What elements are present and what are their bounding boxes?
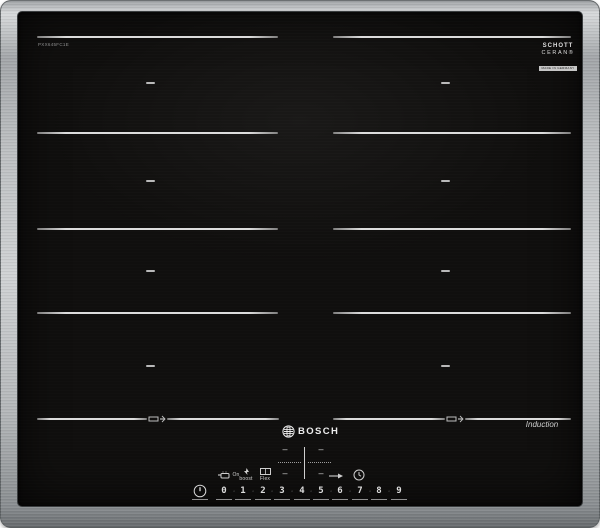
zone-line xyxy=(37,132,278,134)
flex-label[interactable]: Flex xyxy=(257,476,273,482)
pan-size-icon xyxy=(148,414,167,424)
number-key-3[interactable]: 3 xyxy=(275,486,289,496)
induction-label: Induction xyxy=(516,420,568,429)
number-key-6[interactable]: 6 xyxy=(333,486,347,496)
number-key-7[interactable]: 7 xyxy=(353,486,367,496)
number-separator: · xyxy=(251,488,255,495)
display-dotted-separator xyxy=(308,462,331,463)
zone-marker xyxy=(146,82,155,84)
zone-line xyxy=(333,228,571,230)
number-separator: · xyxy=(270,488,274,495)
zone-display-right-bottom: – xyxy=(315,469,327,478)
number-underline xyxy=(371,499,387,500)
schott-ceran-logo: SCHOTT CERAN® MADE IN GERMANY xyxy=(536,43,580,74)
number-separator: · xyxy=(309,488,313,495)
zone-line xyxy=(37,228,278,230)
number-separator: · xyxy=(329,488,333,495)
number-underline xyxy=(274,499,290,500)
display-divider-line xyxy=(304,447,305,479)
number-separator: · xyxy=(348,488,352,495)
number-key-0[interactable]: 0 xyxy=(217,486,231,496)
number-underline xyxy=(294,499,310,500)
number-underline xyxy=(313,499,329,500)
zone-marker xyxy=(441,82,450,84)
induction-cooktop: PXX645FC1E SCHOTT CERAN® MADE IN GERMANY… xyxy=(0,0,600,528)
number-key-8[interactable]: 8 xyxy=(372,486,386,496)
zone-line xyxy=(333,132,571,134)
zone-line xyxy=(37,418,147,420)
bosch-wordmark: BOSCH xyxy=(298,426,339,437)
flex-zone-icon[interactable] xyxy=(260,468,271,475)
number-key-4[interactable]: 4 xyxy=(295,486,309,496)
zone-display-left-top: – xyxy=(279,445,291,454)
number-underline xyxy=(352,499,368,500)
boost-label[interactable]: boost xyxy=(235,476,257,482)
pan-size-icon xyxy=(446,414,465,424)
ceramic-glass-surface: PXX645FC1E SCHOTT CERAN® MADE IN GERMANY… xyxy=(17,11,583,507)
zone-display-left-bottom: – xyxy=(279,469,291,478)
bosch-emblem-icon xyxy=(282,425,295,438)
zone-line xyxy=(167,418,279,420)
number-key-5[interactable]: 5 xyxy=(314,486,328,496)
number-separator: · xyxy=(232,488,236,495)
number-key-2[interactable]: 2 xyxy=(256,486,270,496)
number-underline xyxy=(216,499,232,500)
zone-marker xyxy=(441,180,450,182)
number-separator: · xyxy=(387,488,391,495)
number-underline xyxy=(332,499,348,500)
number-separator: · xyxy=(290,488,294,495)
number-underline xyxy=(235,499,251,500)
schott-line2: CERAN® xyxy=(536,50,580,56)
display-dotted-separator xyxy=(278,462,301,463)
bosch-logo: BOSCH xyxy=(282,425,339,438)
zone-marker xyxy=(146,365,155,367)
zone-marker xyxy=(146,270,155,272)
number-underline xyxy=(255,499,271,500)
zone-line xyxy=(333,312,571,314)
zone-line xyxy=(333,36,571,38)
zone-marker xyxy=(441,270,450,272)
schott-line3: MADE IN GERMANY xyxy=(539,66,576,71)
number-key-9[interactable]: 9 xyxy=(392,486,406,496)
zone-marker xyxy=(441,365,450,367)
number-key-1[interactable]: 1 xyxy=(236,486,250,496)
frying-pan-icon[interactable] xyxy=(217,470,230,480)
zone-line xyxy=(333,418,445,420)
timer-clock-icon[interactable] xyxy=(353,469,365,481)
zone-line xyxy=(37,36,278,38)
number-underline xyxy=(391,499,407,500)
model-label: PXX645FC1E xyxy=(38,42,69,47)
zone-display-right-top: – xyxy=(315,445,327,454)
zone-marker xyxy=(146,180,155,182)
schott-line1: SCHOTT xyxy=(536,43,580,49)
transfer-arrow-icon[interactable] xyxy=(329,473,344,479)
boost-icon[interactable] xyxy=(243,468,250,475)
number-underline xyxy=(192,499,208,500)
number-separator: · xyxy=(368,488,372,495)
power-icon[interactable] xyxy=(193,484,207,498)
zone-line xyxy=(37,312,278,314)
